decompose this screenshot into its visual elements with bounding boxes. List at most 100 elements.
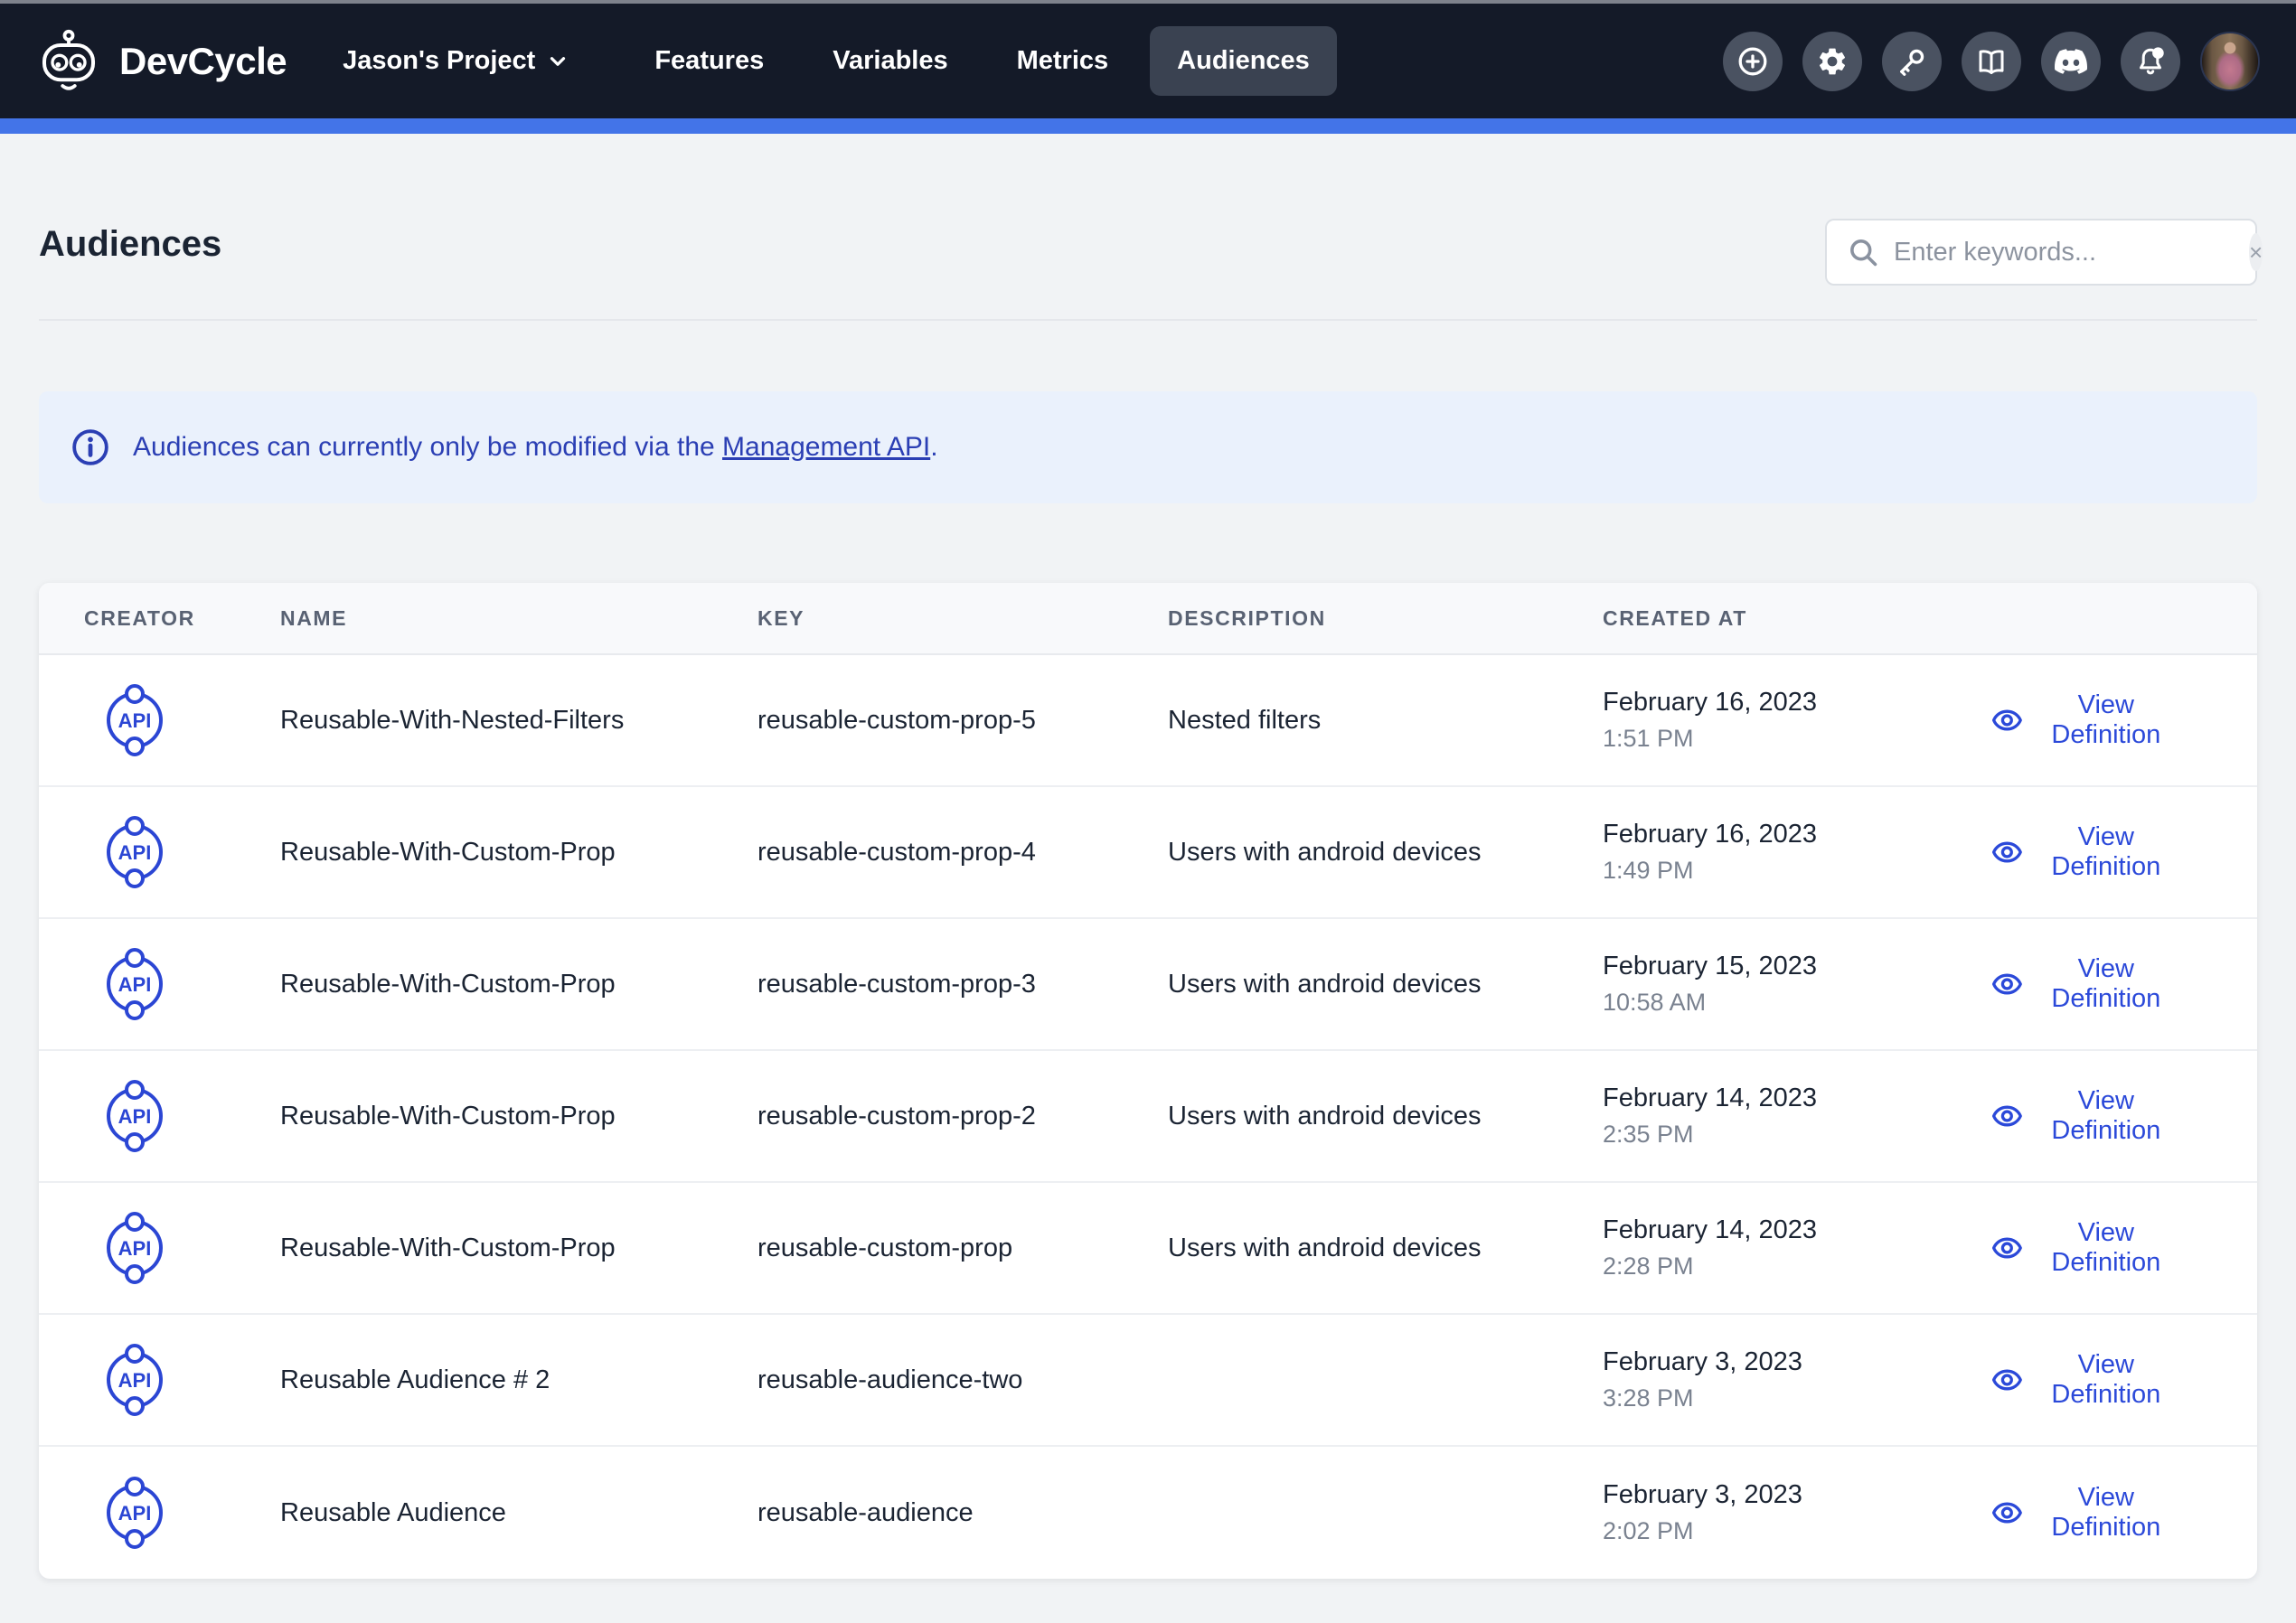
view-definition-button[interactable]: View Definition: [1991, 1483, 2171, 1543]
audience-key: reusable-custom-prop: [757, 1234, 1168, 1263]
table-row: API Reusable-With-Custom-Prop reusable-c…: [39, 919, 2257, 1051]
column-header-key: KEY: [757, 606, 1168, 631]
banner-text-after: .: [930, 432, 937, 462]
chevron-down-icon: [546, 50, 569, 73]
eye-icon: [1991, 1359, 2023, 1401]
view-definition-label: View Definition: [2041, 1086, 2171, 1146]
eye-icon: [1991, 699, 2023, 741]
user-avatar[interactable]: [2200, 32, 2260, 91]
api-creator-icon: API: [95, 812, 174, 892]
api-creator-icon: API: [95, 944, 174, 1024]
notification-badge: [2152, 47, 2164, 59]
table-body: API Reusable-With-Nested-Filters reusabl…: [39, 655, 2257, 1579]
eye-icon: [1991, 1095, 2023, 1137]
docs-button[interactable]: [1962, 32, 2021, 91]
search-input[interactable]: [1894, 238, 2235, 267]
tab-variables[interactable]: Variables: [805, 26, 974, 96]
view-definition-label: View Definition: [2041, 1218, 2171, 1278]
view-definition-button[interactable]: View Definition: [1991, 690, 2171, 750]
navbar-actions: [1723, 32, 2260, 91]
created-date: February 15, 2023: [1603, 952, 1991, 981]
tab-audiences[interactable]: Audiences: [1150, 26, 1337, 96]
audience-key: reusable-custom-prop-3: [757, 970, 1168, 999]
view-definition-button[interactable]: View Definition: [1991, 1086, 2171, 1146]
api-badge-label: API: [118, 1237, 152, 1260]
created-at-cell: February 15, 2023 10:58 AM: [1603, 952, 1991, 1017]
view-definition-button[interactable]: View Definition: [1991, 1218, 2171, 1278]
created-date: February 14, 2023: [1603, 1084, 1991, 1113]
api-creator-icon: API: [95, 1076, 174, 1156]
settings-button[interactable]: [1802, 32, 1862, 91]
created-time: 1:51 PM: [1603, 725, 1991, 753]
eye-icon: [1991, 831, 2023, 873]
devcycle-logo[interactable]: DevCycle: [36, 29, 287, 94]
eye-icon: [1991, 963, 2023, 1005]
column-header-creator: CREATOR: [39, 606, 280, 631]
column-header-created-at: CREATED AT: [1603, 606, 1991, 631]
api-badge-label: API: [118, 1105, 152, 1128]
audience-key: reusable-audience-two: [757, 1365, 1168, 1395]
tab-features[interactable]: Features: [627, 26, 791, 96]
actions-cell: View Definition: [1991, 1086, 2257, 1146]
created-date: February 16, 2023: [1603, 688, 1991, 718]
add-button[interactable]: [1723, 32, 1783, 91]
audience-key: reusable-custom-prop-4: [757, 838, 1168, 868]
created-time: 2:35 PM: [1603, 1121, 1991, 1149]
audience-description: Users with android devices: [1168, 1234, 1603, 1263]
project-selector[interactable]: Jason's Project: [343, 46, 569, 76]
search-clear-button[interactable]: ×: [2249, 233, 2263, 271]
api-keys-button[interactable]: [1882, 32, 1942, 91]
info-icon: [70, 427, 111, 468]
docs-book-icon: [1975, 45, 2008, 78]
created-time: 2:02 PM: [1603, 1517, 1991, 1545]
eye-icon: [1991, 1492, 2023, 1534]
created-at-cell: February 14, 2023 2:28 PM: [1603, 1215, 1991, 1281]
table-row: API Reusable-With-Nested-Filters reusabl…: [39, 655, 2257, 787]
top-navbar: DevCycle Jason's Project Features Variab…: [0, 4, 2296, 118]
tab-metrics[interactable]: Metrics: [990, 26, 1136, 96]
audience-key: reusable-custom-prop-5: [757, 706, 1168, 736]
audience-name: Reusable Audience # 2: [280, 1365, 757, 1395]
brand-wordmark: DevCycle: [119, 40, 287, 83]
view-definition-label: View Definition: [2041, 822, 2171, 882]
created-date: February 3, 2023: [1603, 1347, 1991, 1377]
search-box: ×: [1825, 219, 2257, 286]
view-definition-label: View Definition: [2041, 1483, 2171, 1543]
actions-cell: View Definition: [1991, 1350, 2257, 1410]
discord-button[interactable]: [2041, 32, 2101, 91]
eye-icon: [1991, 1227, 2023, 1269]
management-api-link[interactable]: Management API: [722, 432, 930, 462]
created-at-cell: February 3, 2023 2:02 PM: [1603, 1480, 1991, 1545]
page-content: Audiences × Audiences can currently only…: [0, 134, 2296, 1579]
table-row: API Reusable-With-Custom-Prop reusable-c…: [39, 787, 2257, 919]
banner-message: Audiences can currently only be modified…: [133, 432, 938, 463]
creator-cell: API: [39, 1076, 280, 1156]
created-at-cell: February 16, 2023 1:51 PM: [1603, 688, 1991, 753]
audience-name: Reusable-With-Custom-Prop: [280, 838, 757, 868]
actions-cell: View Definition: [1991, 1218, 2257, 1278]
table-row: API Reusable Audience # 2 reusable-audie…: [39, 1315, 2257, 1447]
actions-cell: View Definition: [1991, 822, 2257, 882]
view-definition-button[interactable]: View Definition: [1991, 822, 2171, 882]
api-badge-label: API: [118, 973, 152, 996]
view-definition-label: View Definition: [2041, 690, 2171, 750]
created-time: 3:28 PM: [1603, 1384, 1991, 1412]
column-header-name: NAME: [280, 606, 757, 631]
table-row: API Reusable-With-Custom-Prop reusable-c…: [39, 1183, 2257, 1315]
audience-name: Reusable-With-Custom-Prop: [280, 1102, 757, 1131]
view-definition-label: View Definition: [2041, 954, 2171, 1014]
actions-cell: View Definition: [1991, 1483, 2257, 1543]
page-header: Audiences ×: [39, 134, 2257, 321]
actions-cell: View Definition: [1991, 954, 2257, 1014]
view-definition-button[interactable]: View Definition: [1991, 1350, 2171, 1410]
api-creator-icon: API: [95, 1208, 174, 1288]
api-key-icon: [1896, 45, 1928, 78]
creator-cell: API: [39, 680, 280, 760]
robot-logo-icon: [36, 29, 101, 94]
created-date: February 3, 2023: [1603, 1480, 1991, 1510]
info-banner: Audiences can currently only be modified…: [39, 391, 2257, 503]
view-definition-button[interactable]: View Definition: [1991, 954, 2171, 1014]
project-selector-label: Jason's Project: [343, 46, 535, 76]
view-definition-label: View Definition: [2041, 1350, 2171, 1410]
notifications-button[interactable]: [2121, 32, 2180, 91]
